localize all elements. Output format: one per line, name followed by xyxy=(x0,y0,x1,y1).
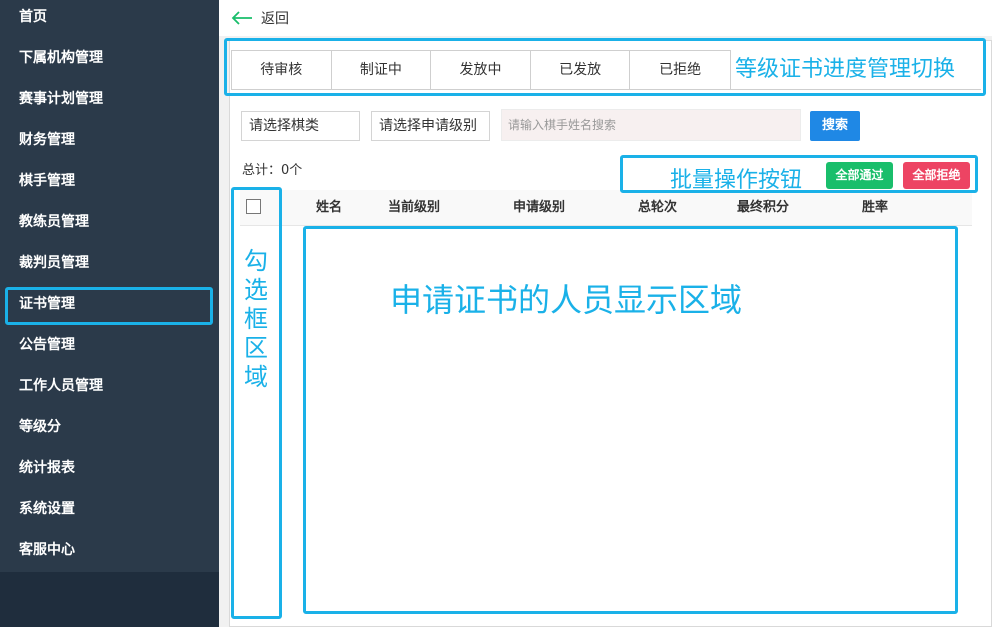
level-select[interactable]: 请选择申请级别 xyxy=(371,111,490,141)
sidebar-item-home[interactable]: 首页 xyxy=(0,0,219,38)
column-header-final-score: 最终积分 xyxy=(737,200,790,215)
sidebar-item-players[interactable]: 棋手管理 xyxy=(0,161,219,202)
back-label: 返回 xyxy=(261,11,289,27)
active-item-highlight xyxy=(5,287,213,325)
sidebar-item-subordinate-orgs[interactable]: 下属机构管理 xyxy=(0,38,219,79)
sidebar-footer xyxy=(0,572,219,627)
sidebar-item-finance[interactable]: 财务管理 xyxy=(0,120,219,161)
sidebar-item-staff[interactable]: 工作人员管理 xyxy=(0,366,219,407)
table-header: 姓名 当前级别 申请级别 总轮次 最终积分 胜率 xyxy=(240,190,972,226)
arrow-left-icon xyxy=(231,11,252,25)
column-header-applied-level: 申请级别 xyxy=(513,200,566,215)
back-button[interactable]: 返回 xyxy=(231,8,289,28)
sidebar-item-reports[interactable]: 统计报表 xyxy=(0,448,219,489)
sidebar-item-announcements[interactable]: 公告管理 xyxy=(0,325,219,366)
sidebar-item-support[interactable]: 客服中心 xyxy=(0,530,219,571)
sidebar-item-event-plans[interactable]: 赛事计划管理 xyxy=(0,79,219,120)
tabs-annotation-label: 等级证书进度管理切换 xyxy=(735,57,956,82)
search-button[interactable]: 搜索 xyxy=(810,111,860,141)
sidebar: 首页 下属机构管理 赛事计划管理 财务管理 棋手管理 教练员管理 裁判员管理 证… xyxy=(0,0,219,627)
column-header-current-level: 当前级别 xyxy=(388,200,441,215)
column-header-win-rate: 胜率 xyxy=(862,200,889,215)
chess-type-select[interactable]: 请选择棋类 xyxy=(241,111,360,141)
batch-annotation-label: 批量操作按钮 xyxy=(670,168,803,193)
top-bar: 返回 xyxy=(219,0,992,36)
column-header-total-rounds: 总轮次 xyxy=(638,200,678,215)
sidebar-item-coaches[interactable]: 教练员管理 xyxy=(0,202,219,243)
column-header-name: 姓名 xyxy=(316,200,343,215)
sidebar-item-settings[interactable]: 系统设置 xyxy=(0,489,219,530)
sidebar-item-rating[interactable]: 等级分 xyxy=(0,407,219,448)
total-count: 总计：0个 xyxy=(242,163,303,178)
search-input[interactable]: 请输入棋手姓名搜索 xyxy=(501,109,801,141)
list-annotation-label: 申请证书的人员显示区域 xyxy=(390,281,743,319)
sidebar-item-referees[interactable]: 裁判员管理 xyxy=(0,243,219,284)
checkbox-annotation-label: 勾 选 框 区 域 xyxy=(244,247,268,391)
